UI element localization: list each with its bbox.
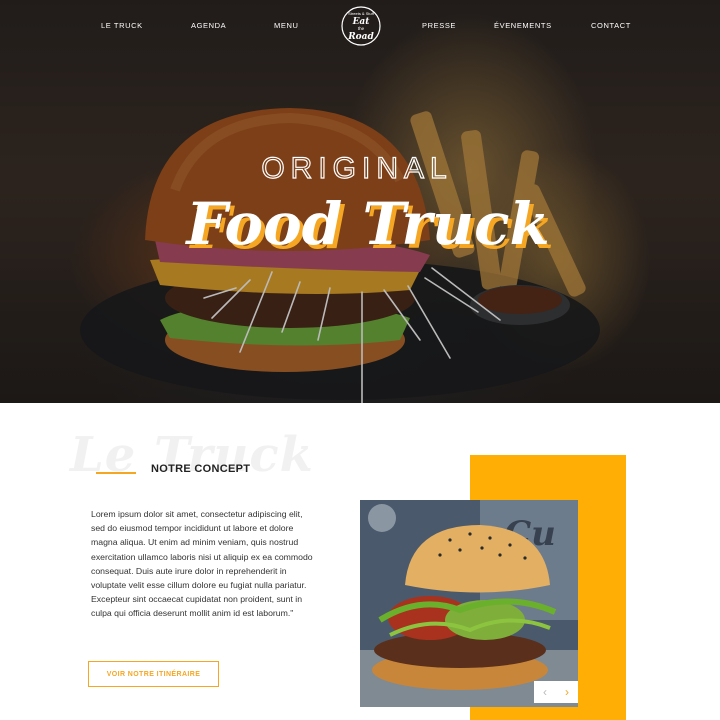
burger-photo-illustration: Cu [360,500,578,707]
eat-the-road-logo[interactable]: Streets & Stuff Eat the Road [340,4,382,48]
title-accent-line [96,472,136,474]
view-itinerary-button[interactable]: VOIR NOTRE ITINÉRAIRE [88,661,219,687]
concept-section: Le Truck NOTRE CONCEPT Lorem ipsum dolor… [0,403,720,720]
svg-text:Road: Road [347,32,374,42]
svg-text:Streets & Stuff: Streets & Stuff [348,11,375,16]
hero-title-main: Food Truck [184,190,549,258]
concept-title: NOTRE CONCEPT [151,463,251,475]
concept-paragraph: Lorem ipsum dolor sit amet, consectetur … [91,509,313,619]
logo-badge: Streets & Stuff Eat the Road [341,6,381,46]
image-slider-controls: ‹ › [534,681,578,703]
nav-item-le-truck[interactable]: LE TRUCK [101,21,143,30]
hero-title-group: ORIGINAL Food Truck Food Truck [184,151,553,262]
nav-item-menu[interactable]: MENU [274,21,298,30]
hero-title-original: ORIGINAL [261,152,452,185]
top-navigation: LE TRUCK AGENDA MENU Streets & Stuff Eat… [0,0,720,54]
nav-item-evenements[interactable]: ÉVENEMENTS [494,21,552,30]
nav-item-contact[interactable]: CONTACT [591,21,631,30]
nav-item-agenda[interactable]: AGENDA [191,21,226,30]
chevron-left-icon[interactable]: ‹ [534,681,556,703]
svg-text:the: the [358,26,365,31]
nav-item-presse[interactable]: PRESSE [422,21,456,30]
chevron-right-icon[interactable]: › [556,681,578,703]
hero-banner: ORIGINAL Food Truck Food Truck LE TRUCK … [0,0,720,403]
burger-photo: Cu [360,500,578,707]
